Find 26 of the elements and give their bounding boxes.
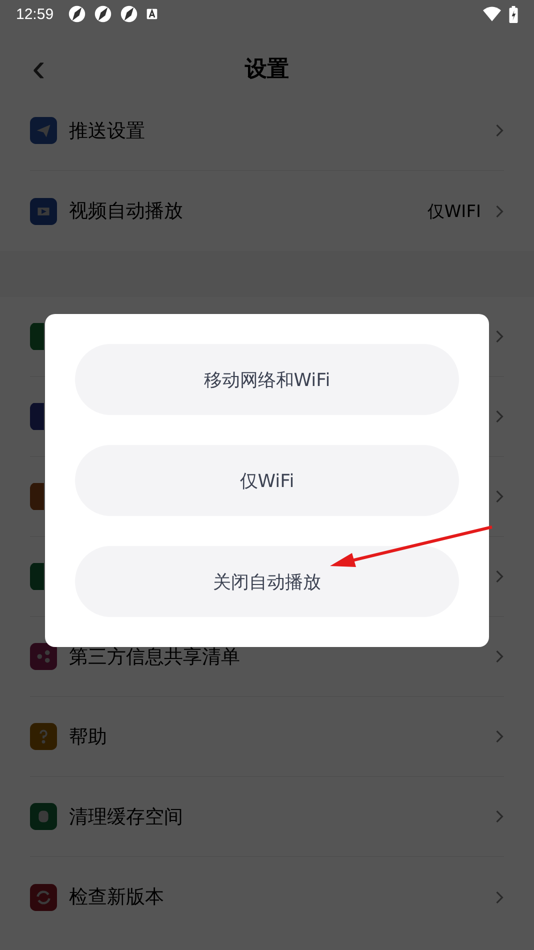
setting-label[interactable]: 帮助 xyxy=(69,724,107,750)
letter-tile-icon xyxy=(146,8,158,20)
chevron-icon xyxy=(495,809,504,824)
setting-value: 仅WIFI xyxy=(427,200,481,222)
chevron-icon xyxy=(495,729,504,744)
battery-icon xyxy=(509,6,518,22)
chevron-icon xyxy=(495,329,504,344)
chevron-icon xyxy=(495,569,504,584)
setting-label[interactable]: 检查新版本 xyxy=(69,884,164,910)
status-time: 12:59 xyxy=(16,6,54,22)
chevron-icon xyxy=(495,204,504,218)
chevron-icon xyxy=(495,489,504,504)
back-button[interactable]: ‹ xyxy=(26,48,52,88)
chevron-icon xyxy=(495,123,504,138)
option-button[interactable]: 仅WiFi xyxy=(75,445,459,516)
setting-label[interactable]: 视频自动播放 xyxy=(69,198,183,224)
option-button[interactable]: 关闭自动播放 xyxy=(75,546,459,617)
chevron-icon xyxy=(495,649,504,664)
chevron-icon xyxy=(495,409,504,424)
setting-label[interactable]: 推送设置 xyxy=(69,118,145,144)
option-button[interactable]: 移动网络和WiFi xyxy=(75,344,459,415)
chevron-icon xyxy=(495,890,504,904)
wifi-icon xyxy=(483,5,501,23)
setting-label[interactable]: 清理缓存空间 xyxy=(69,804,183,830)
page-title: 设置 xyxy=(245,56,289,84)
setting-label[interactable]: 第三方信息共享清单 xyxy=(69,644,240,670)
